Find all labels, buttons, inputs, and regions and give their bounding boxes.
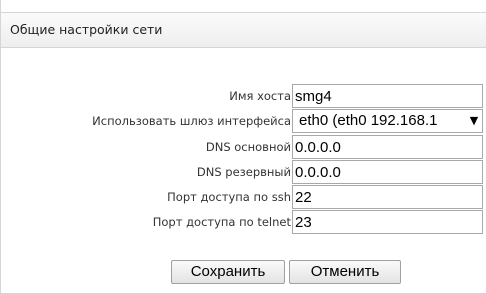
dns-primary-label: DNS основной — [205, 140, 291, 154]
gateway-selected-value: eth0 (eth0 192.168.1 — [299, 112, 438, 129]
gateway-row: Использовать шлюз интерфейса eth0 (eth0 … — [1, 109, 486, 133]
network-settings-panel: Общие настройки сети Имя хоста Использов… — [0, 0, 486, 293]
panel-header: Общие настройки сети — [1, 12, 486, 48]
gateway-interface-select[interactable]: eth0 (eth0 192.168.1 ▼ — [292, 109, 483, 133]
chevron-down-icon: ▼ — [466, 110, 482, 132]
dns-primary-input[interactable] — [292, 135, 483, 159]
ssh-port-label: Порт доступа по ssh — [167, 190, 291, 204]
hostname-row: Имя хоста — [1, 84, 486, 108]
dns-secondary-input[interactable] — [292, 160, 483, 184]
telnet-port-row: Порт доступа по telnet — [1, 210, 486, 234]
ssh-port-row: Порт доступа по ssh — [1, 185, 486, 209]
hostname-input[interactable] — [292, 84, 483, 108]
telnet-port-label: Порт доступа по telnet — [152, 215, 291, 229]
dns-secondary-row: DNS резервный — [1, 160, 486, 184]
dns-secondary-label: DNS резервный — [196, 165, 291, 179]
telnet-port-input[interactable] — [292, 210, 483, 234]
panel-title: Общие настройки сети — [10, 22, 163, 37]
cancel-button[interactable]: Отменить — [289, 260, 401, 284]
save-button[interactable]: Сохранить — [171, 260, 285, 284]
hostname-label: Имя хоста — [229, 89, 291, 103]
dns-primary-row: DNS основной — [1, 135, 486, 159]
ssh-port-input[interactable] — [292, 185, 483, 209]
gateway-label: Использовать шлюз интерфейса — [92, 114, 291, 128]
